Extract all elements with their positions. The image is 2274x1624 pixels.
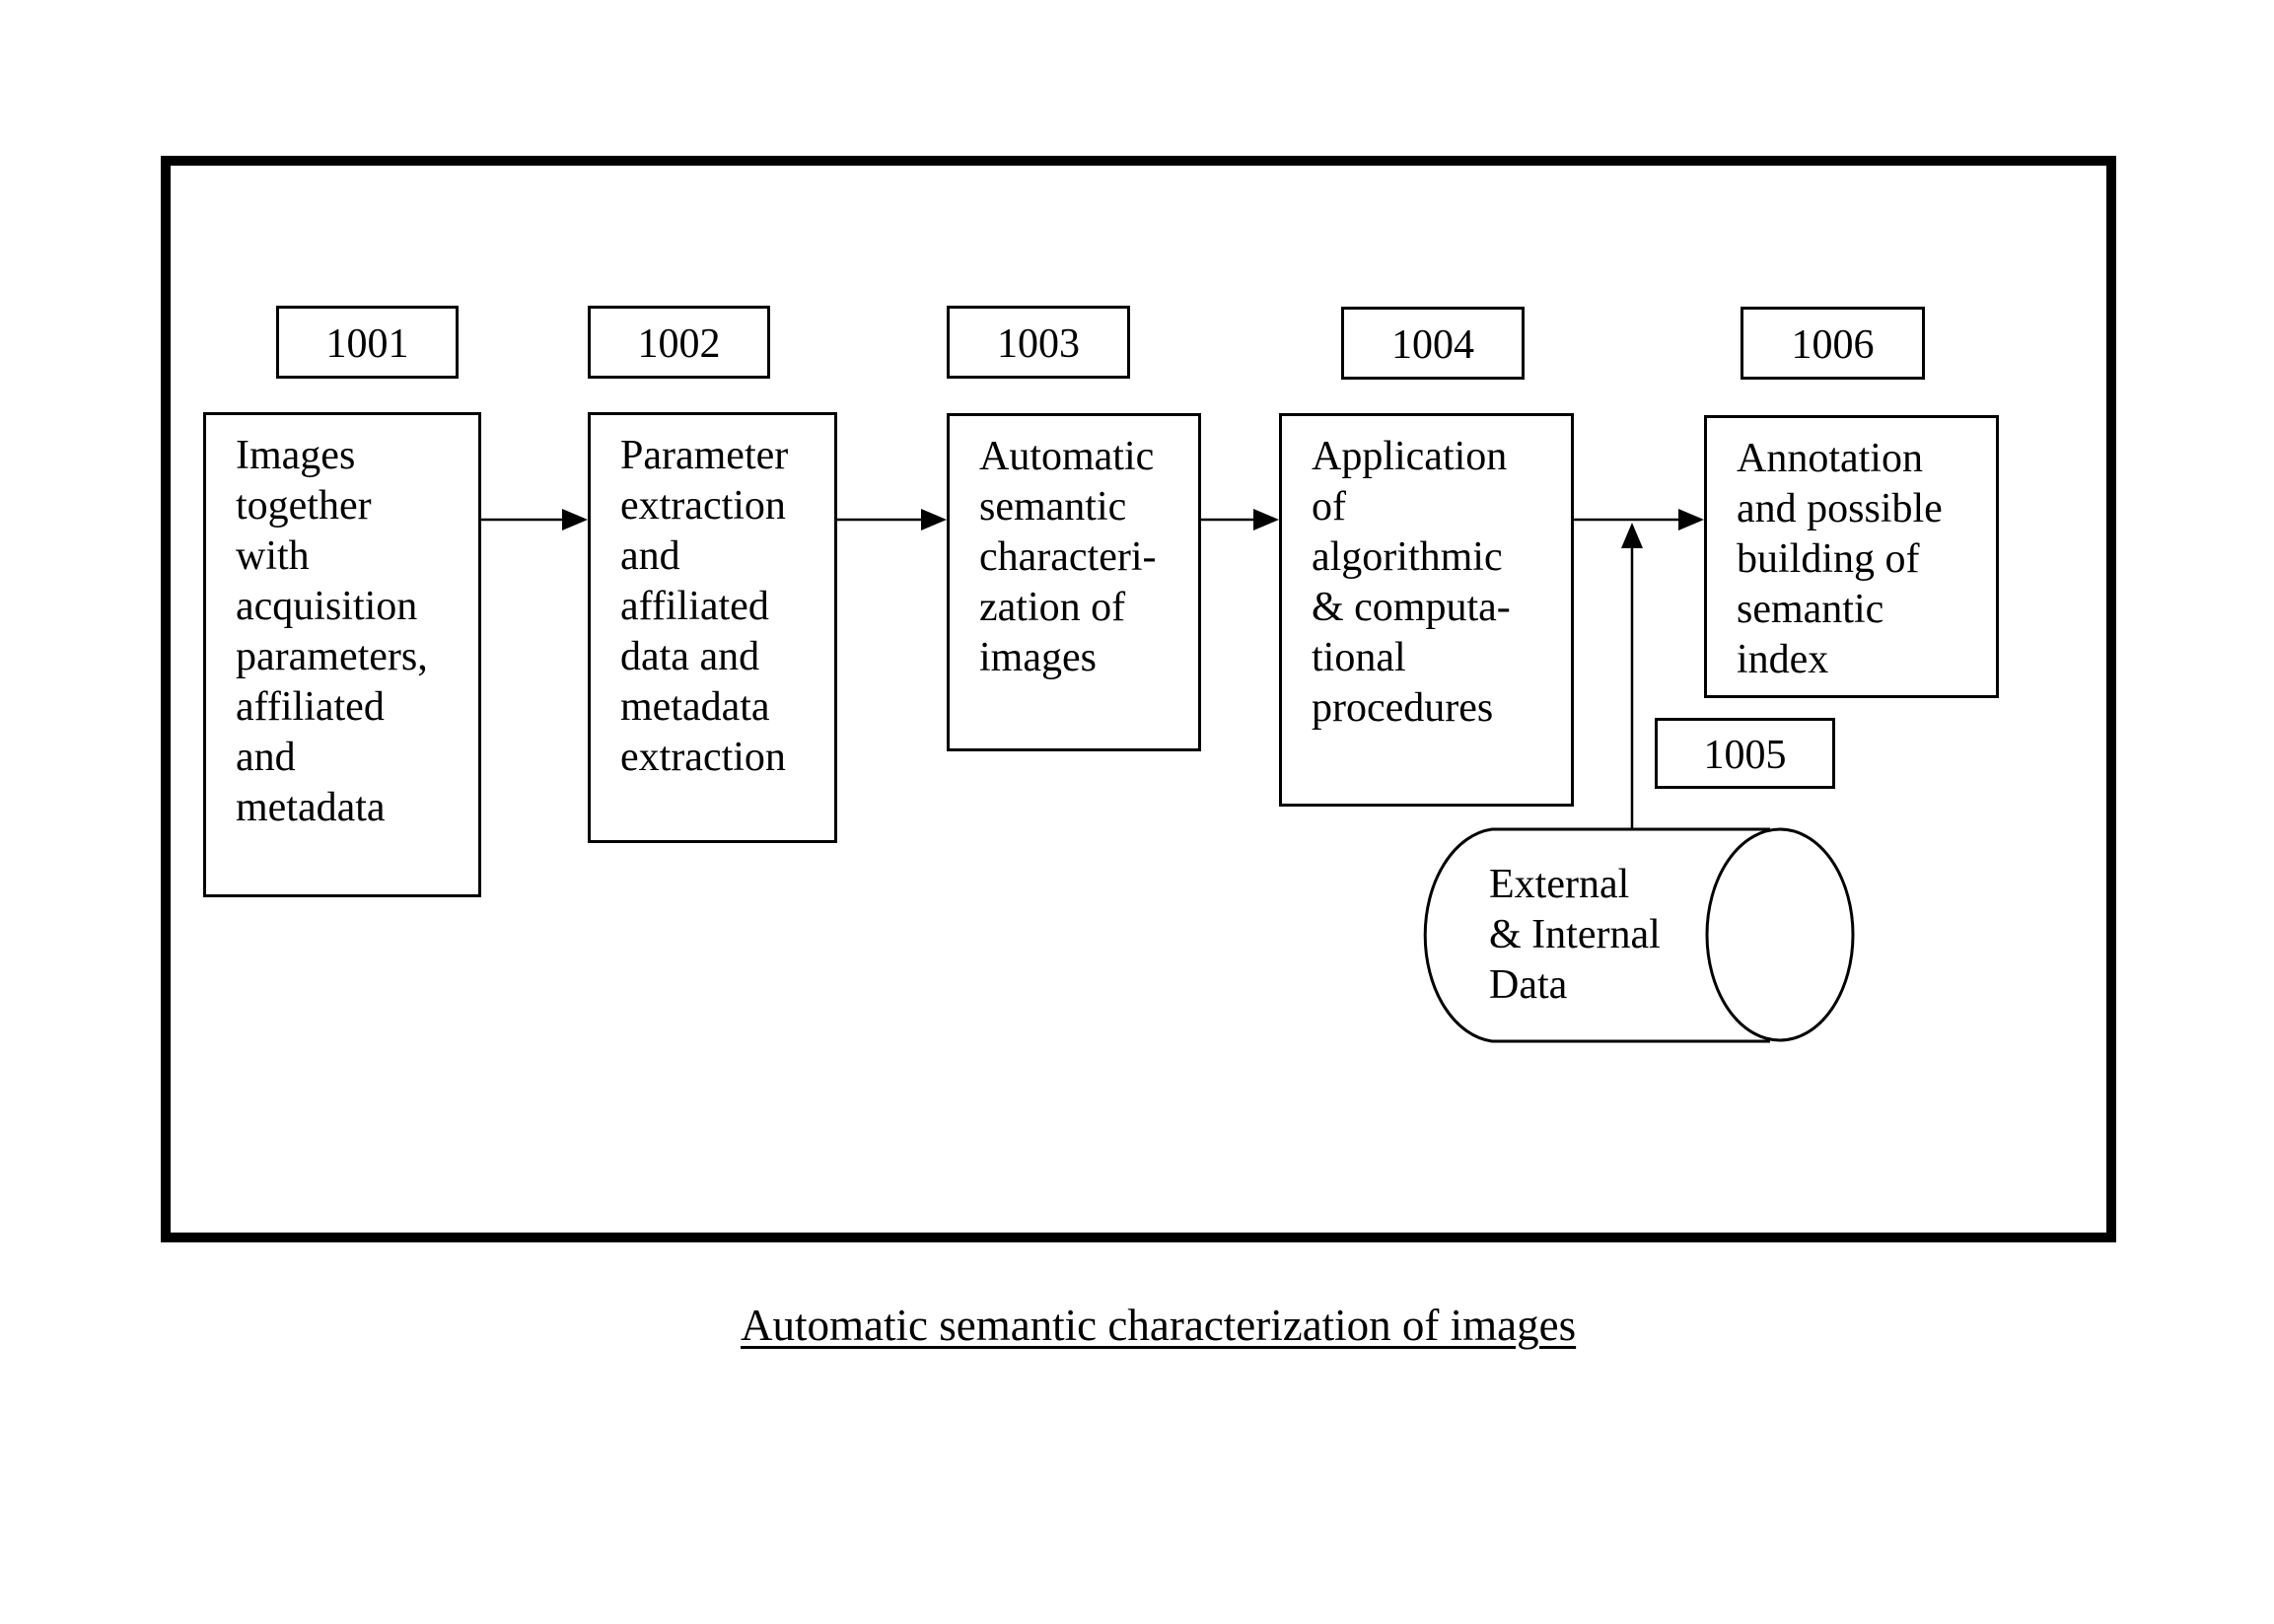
arrow-1003-to-1004: [1201, 509, 1279, 530]
arrow-1004-to-1006: [1574, 509, 1704, 530]
cylinder-text-line: External: [1489, 862, 1630, 907]
arrowhead-icon: [921, 509, 947, 530]
diagram-connectors: [481, 509, 1855, 1043]
figure-caption: Automatic semantic characterization of i…: [741, 1301, 1577, 1350]
arrow-1001-to-1002: [481, 509, 588, 530]
arrowhead-icon: [562, 509, 588, 530]
arrowhead-icon: [1621, 523, 1643, 548]
arrowhead-icon: [1678, 509, 1704, 530]
database-cylinder-text: External & Internal Data: [1489, 860, 1661, 1011]
cylinder-text-line: & Internal: [1489, 912, 1661, 957]
arrow-1005-to-flow: [1621, 523, 1643, 828]
cylinder-end-icon: [1705, 827, 1855, 1042]
arrow-1002-to-1003: [837, 509, 947, 530]
cylinder-text-line: Data: [1489, 962, 1568, 1008]
arrowhead-icon: [1253, 509, 1279, 530]
